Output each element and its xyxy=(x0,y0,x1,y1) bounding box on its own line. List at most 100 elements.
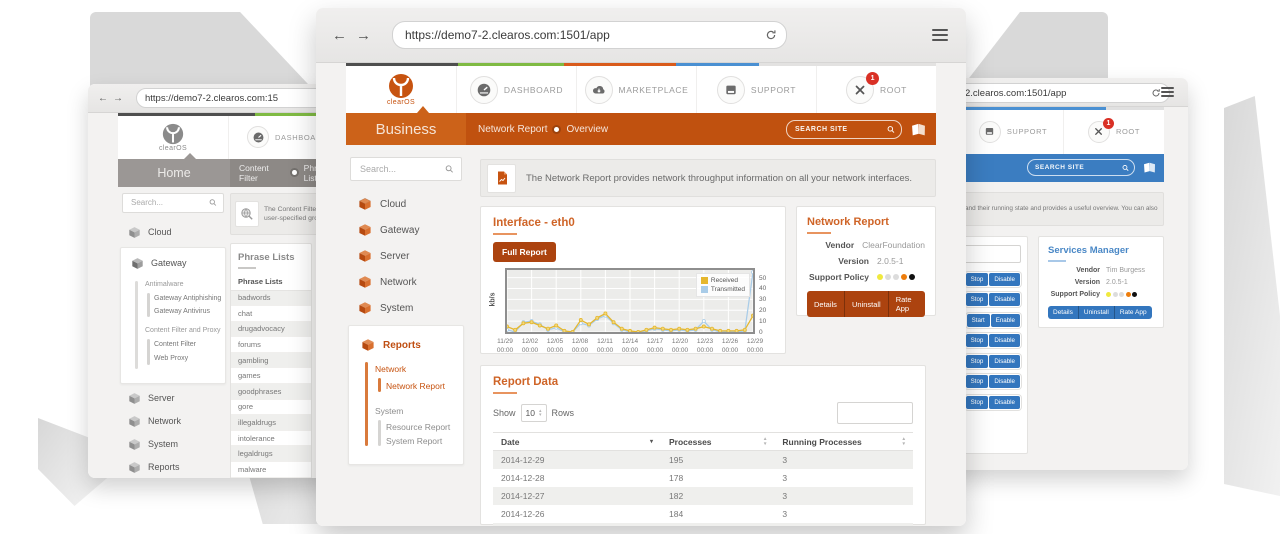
support-policy-dots xyxy=(1106,292,1137,297)
gateway-subtree: Antimalware Gateway Antiphishing Gateway… xyxy=(121,279,225,375)
forward-button[interactable]: → xyxy=(356,27,371,44)
breadcrumb-dot-icon xyxy=(554,127,559,132)
tree-item-web-proxy[interactable]: Web Proxy xyxy=(154,355,188,362)
rate-app-button[interactable]: Rate App xyxy=(888,291,925,317)
tree-group-system[interactable]: System xyxy=(375,406,403,416)
enable-button[interactable]: Enable xyxy=(991,314,1020,327)
breadcrumb-page[interactable]: Overview xyxy=(566,124,608,135)
uninstall-button[interactable]: Uninstall xyxy=(1078,306,1114,319)
tree-item-system-report[interactable]: System Report xyxy=(386,436,442,446)
sidebar-search-input[interactable] xyxy=(358,163,445,175)
site-search[interactable] xyxy=(1027,159,1135,176)
info-banner-text: The Content Filter a user-specified gro xyxy=(264,205,319,223)
tree-group-network[interactable]: Network xyxy=(375,364,406,374)
reload-icon[interactable] xyxy=(1151,88,1161,98)
tree-item-network-report[interactable]: Network Report xyxy=(386,381,445,391)
y-tick: 40 xyxy=(759,285,766,292)
clearos-logo[interactable]: clearOS xyxy=(118,116,228,159)
sidebar-search[interactable] xyxy=(350,157,462,181)
site-search-input[interactable] xyxy=(1033,163,1122,172)
column-header-processes[interactable]: Processes▴▾ xyxy=(661,437,774,447)
tree-item-resource-report[interactable]: Resource Report xyxy=(386,422,450,432)
nav-root[interactable]: 1 ROOT xyxy=(1063,110,1164,154)
url-text[interactable]: https://demo7-2.clearos.com:1501/app xyxy=(405,28,610,42)
disable-button[interactable]: Disable xyxy=(989,293,1020,306)
column-header-date[interactable]: Date▾ xyxy=(493,437,661,447)
stop-button[interactable]: Stop xyxy=(966,273,989,286)
tree-item-gateway-antivirus[interactable]: Gateway Antivirus xyxy=(154,308,210,315)
url-text[interactable]: 2.clearos.com:1501/app xyxy=(965,88,1066,99)
active-section-notch xyxy=(417,106,429,113)
panel-title-underline xyxy=(1048,260,1066,262)
user-guide-book-icon[interactable] xyxy=(1143,162,1156,173)
menu-icon[interactable] xyxy=(932,29,948,41)
nav-dashboard[interactable]: DASHBOARD xyxy=(456,66,576,113)
stop-button[interactable]: Stop xyxy=(966,396,989,409)
sidebar-item-server[interactable]: Server xyxy=(118,387,228,410)
phrase-row: drugadvocacy xyxy=(231,322,311,338)
nav-marketplace[interactable]: MARKETPLACE xyxy=(576,66,696,113)
nav-support[interactable]: SUPPORT xyxy=(962,110,1063,154)
details-button[interactable]: Details xyxy=(807,291,844,317)
legend-swatch xyxy=(701,277,708,284)
stop-button[interactable]: Stop xyxy=(966,355,989,368)
disable-button[interactable]: Disable xyxy=(989,334,1020,347)
site-search-input[interactable] xyxy=(793,125,887,134)
address-bar[interactable]: 2.clearos.com:1501/app xyxy=(952,83,1170,103)
start-button[interactable]: Start xyxy=(967,314,990,327)
reload-icon[interactable] xyxy=(765,29,777,41)
uninstall-button[interactable]: Uninstall xyxy=(844,291,888,317)
breadcrumb-app[interactable]: Content Filter xyxy=(239,163,285,183)
clearos-logo[interactable]: clearOS xyxy=(346,66,456,113)
sidebar-item-server[interactable]: Server xyxy=(346,243,466,269)
tree-group-label: Content Filter and Proxy xyxy=(145,327,220,334)
stop-button[interactable]: Stop xyxy=(966,293,989,306)
tree-item-gateway-antiphishing[interactable]: Gateway Antiphishing xyxy=(154,295,221,302)
back-button[interactable]: ← xyxy=(332,27,347,44)
sidebar-item-cloud[interactable]: Cloud xyxy=(346,191,466,217)
sidebar-item-gateway[interactable]: Gateway xyxy=(121,252,225,275)
forward-button[interactable]: → xyxy=(113,93,123,104)
stop-button[interactable]: Stop xyxy=(966,334,989,347)
tree-item-content-filter[interactable]: Content Filter xyxy=(154,341,196,348)
disable-button[interactable]: Disable xyxy=(989,396,1020,409)
site-header: clearOS DASHBOARD xyxy=(118,116,346,159)
rate-app-button[interactable]: Rate App xyxy=(1114,306,1152,319)
details-button[interactable]: Details xyxy=(1048,306,1078,319)
sidebar-item-network[interactable]: Network xyxy=(118,410,228,433)
sidebar-item-reports[interactable]: Reports xyxy=(349,332,463,358)
nav-support[interactable]: SUPPORT xyxy=(696,66,816,113)
nav-root[interactable]: 1 ROOT xyxy=(816,66,936,113)
disable-button[interactable]: Disable xyxy=(989,375,1020,388)
sidebar-item-cloud[interactable]: Cloud xyxy=(118,221,228,244)
url-text[interactable]: https://demo7-2.clearos.com:15 xyxy=(145,93,278,104)
address-bar[interactable]: https://demo7-2.clearos.com:1501/app xyxy=(392,21,787,49)
sidebar-item-system[interactable]: System xyxy=(118,433,228,456)
address-bar[interactable]: https://demo7-2.clearos.com:15 xyxy=(136,88,346,108)
back-button[interactable]: ← xyxy=(98,93,108,104)
column-header-running-processes[interactable]: Running Processes▴▾ xyxy=(774,437,913,447)
disable-button[interactable]: Disable xyxy=(989,273,1020,286)
sidebar-item-network[interactable]: Network xyxy=(346,269,466,295)
site-search[interactable] xyxy=(786,120,902,139)
sidebar-item-system[interactable]: System xyxy=(346,295,466,321)
menu-icon[interactable] xyxy=(1161,87,1174,97)
sidebar-item-reports[interactable]: Reports xyxy=(118,456,228,479)
support-policy-label: Support Policy xyxy=(807,272,877,282)
stop-button[interactable]: Stop xyxy=(966,375,989,388)
user-guide-book-icon[interactable] xyxy=(911,123,926,136)
page-size-select[interactable]: 10 ▴▾ xyxy=(521,404,547,422)
sidebar-search-input[interactable] xyxy=(129,197,209,208)
full-report-button[interactable]: Full Report xyxy=(493,242,556,262)
policy-dot xyxy=(1106,292,1111,297)
disable-button[interactable]: Disable xyxy=(989,355,1020,368)
services-filter-input[interactable] xyxy=(961,245,1021,263)
phrase-row: illegaldrugs xyxy=(231,415,311,431)
rows-label: Rows xyxy=(552,408,575,418)
sidebar-search[interactable] xyxy=(122,193,224,213)
phrase-table-header[interactable]: Phrase Lists xyxy=(231,269,311,291)
breadcrumb-app[interactable]: Network Report xyxy=(478,124,547,135)
sidebar-item-gateway[interactable]: Gateway xyxy=(346,217,466,243)
dashboard-icon xyxy=(470,76,498,104)
table-filter-input[interactable] xyxy=(837,402,913,424)
